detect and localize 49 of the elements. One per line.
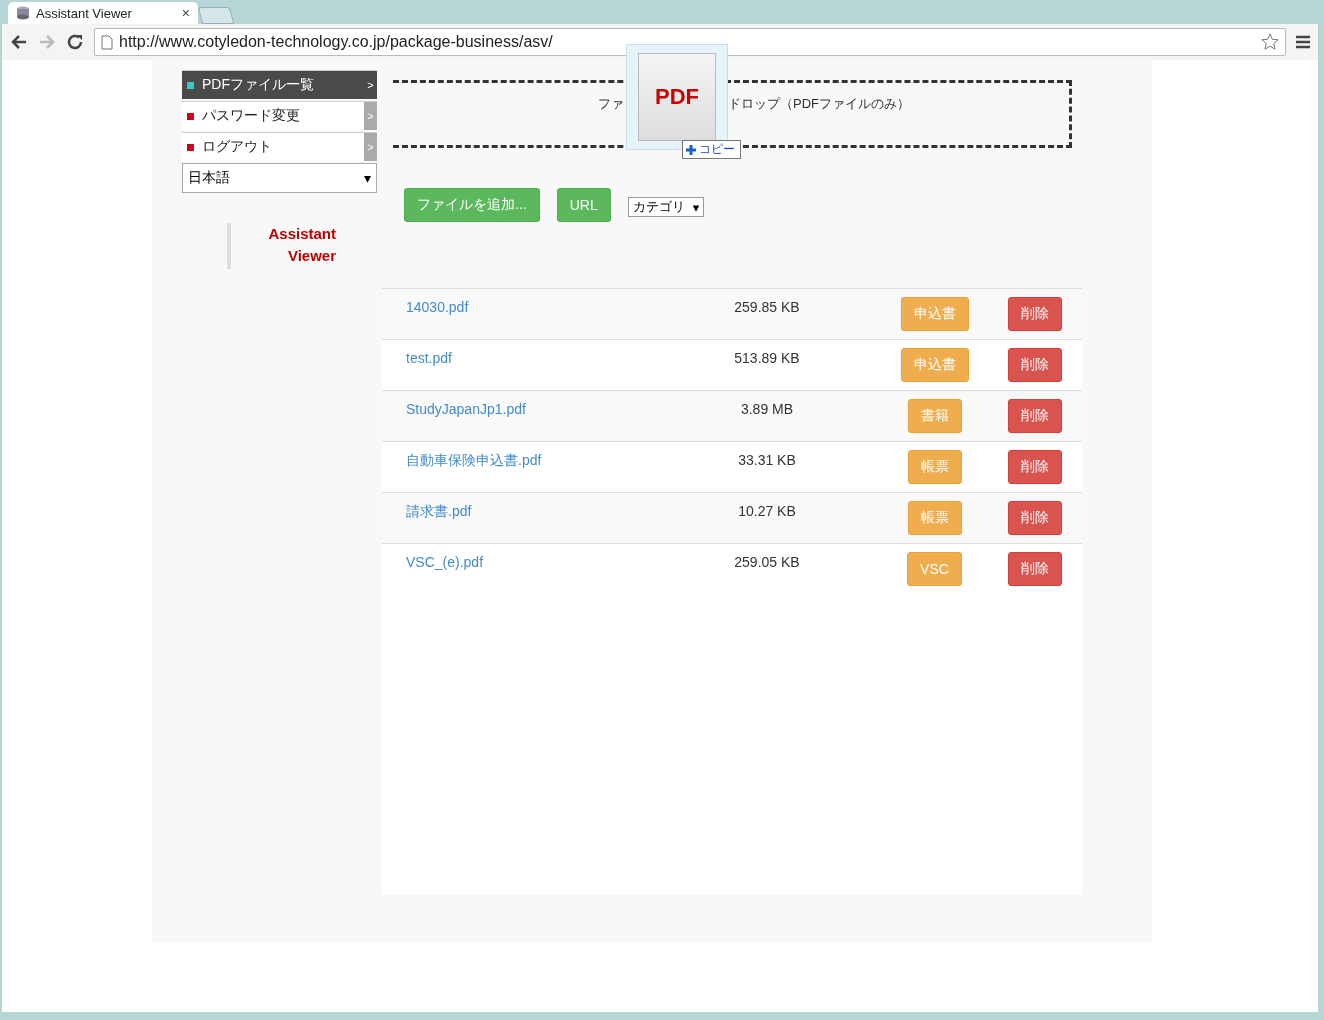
sidebar-item[interactable]: PDFファイル一覧 > (182, 70, 377, 99)
sidebar-label: ログアウト (202, 138, 272, 156)
file-link[interactable]: StudyJapanJp1.pdf (406, 401, 672, 417)
close-tab-button[interactable]: × (181, 5, 190, 21)
file-size: 10.27 KB (738, 503, 796, 519)
url-text: http://www.cotyledon-technology.co.jp/package-business/asv/ (119, 33, 554, 51)
square-icon (187, 112, 194, 120)
delete-button[interactable]: 削除 (1007, 501, 1062, 535)
language-select[interactable]: 日本語 ▾ (182, 163, 377, 193)
file-size: 259.05 KB (734, 554, 800, 570)
delete-button[interactable]: 削除 (1007, 297, 1062, 331)
file-link[interactable]: 請求書.pdf (406, 503, 672, 521)
chevron-tab: > (364, 133, 377, 161)
sidebar-label: パスワード変更 (202, 107, 300, 125)
file-link[interactable]: test.pdf (406, 350, 672, 366)
back-icon[interactable] (10, 33, 28, 51)
sidebar-item[interactable]: ログアウト > (182, 132, 377, 161)
logo: Assistant Viewer (227, 223, 344, 269)
file-link[interactable]: VSC_(e).pdf (406, 554, 672, 570)
page-icon (101, 34, 113, 50)
file-size: 3.89 MB (740, 401, 794, 417)
file-size: 259.85 KB (734, 299, 800, 315)
copy-tooltip: コピー (682, 140, 741, 159)
menu-icon[interactable] (1296, 35, 1310, 49)
tab-title: Assistant Viewer (36, 5, 133, 21)
drop-text: ドロップ（PDFファイルのみ） (728, 95, 910, 113)
chevron-tab: > (364, 102, 377, 130)
address-bar[interactable]: http://www.cotyledon-technology.co.jp/package-business/asv/ (94, 28, 1286, 56)
file-link[interactable]: 14030.pdf (406, 299, 672, 315)
database-icon (16, 6, 30, 20)
delete-button[interactable]: 削除 (1007, 552, 1062, 586)
square-icon (187, 143, 194, 151)
drop-text: ファ (598, 95, 624, 113)
browser-tab[interactable]: Assistant Viewer × (8, 2, 198, 24)
reload-icon[interactable] (66, 33, 84, 51)
add-file-button[interactable]: ファイルを追加... (404, 188, 540, 222)
sidebar-label: PDFファイル一覧 (202, 76, 314, 94)
file-size: 513.89 KB (734, 350, 800, 366)
square-icon (187, 81, 194, 89)
file-size: 33.31 KB (738, 452, 796, 468)
category-select[interactable]: カテゴリ ▾ (627, 197, 705, 217)
sidebar-item[interactable]: パスワード変更 > (182, 101, 377, 130)
plus-icon (685, 143, 697, 156)
delete-button[interactable]: 削除 (1007, 348, 1062, 382)
url-button[interactable]: URL (556, 188, 611, 222)
file-link[interactable]: 自動車保険申込書.pdf (406, 452, 672, 470)
delete-button[interactable]: 削除 (1007, 450, 1062, 484)
star-icon[interactable] (1261, 33, 1279, 51)
delete-button[interactable]: 削除 (1007, 399, 1062, 433)
